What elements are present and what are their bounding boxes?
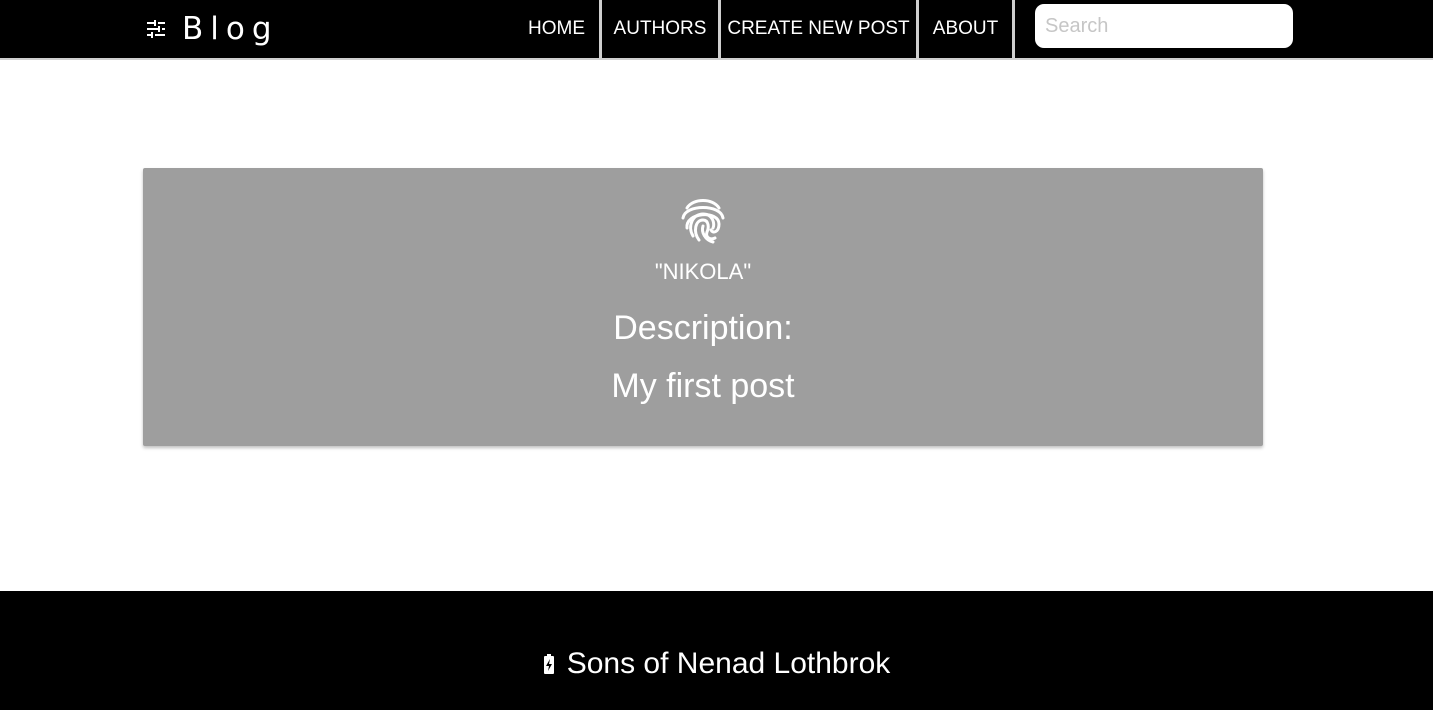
fingerprint-icon	[679, 194, 727, 246]
footer: Sons of Nenad Lothbrok	[0, 591, 1433, 710]
tune-sliders-icon	[144, 17, 168, 41]
nav-authors[interactable]: AUTHORS	[602, 0, 721, 58]
footer-content: Sons of Nenad Lothbrok	[0, 647, 1433, 681]
brand-title: Blog	[182, 10, 279, 47]
post-description-label: Description:	[613, 309, 793, 347]
nav-links: HOME AUTHORS CREATE NEW POST ABOUT	[514, 0, 1015, 58]
nav-home[interactable]: HOME	[514, 0, 602, 58]
footer-text: Sons of Nenad Lothbrok	[566, 647, 891, 680]
battery-charging-icon	[543, 654, 555, 674]
nav-about[interactable]: ABOUT	[919, 0, 1015, 58]
nav-create-new-post[interactable]: CREATE NEW POST	[721, 0, 919, 58]
search-input[interactable]	[1035, 4, 1293, 48]
post-author: "NIKOLA"	[654, 259, 752, 284]
post-card[interactable]: "NIKOLA" Description: My first post	[143, 168, 1263, 446]
brand-link[interactable]: Blog	[144, 0, 279, 58]
top-navbar: Blog HOME AUTHORS CREATE NEW POST ABOUT	[0, 0, 1433, 60]
post-description: My first post	[611, 367, 795, 405]
